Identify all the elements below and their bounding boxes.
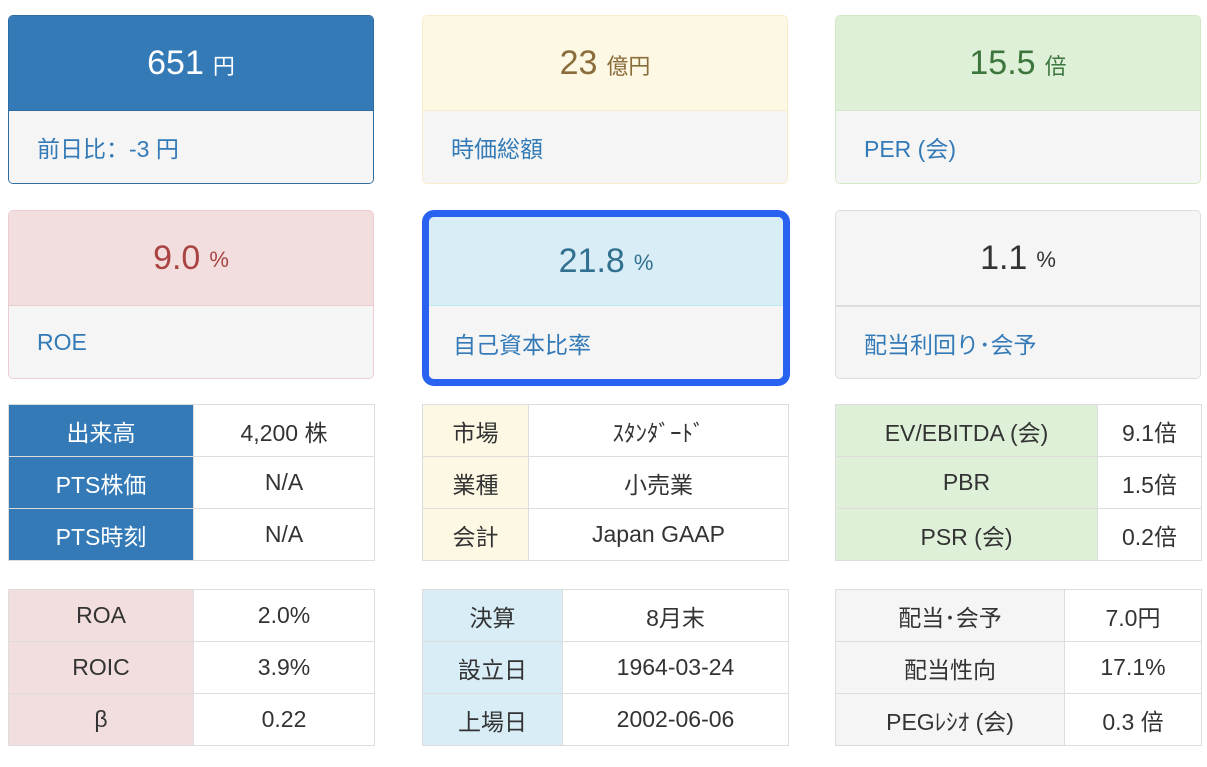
industry-link[interactable]: 小売業 xyxy=(528,456,789,509)
ev-ebitda-label: EV/EBITDA (会) xyxy=(835,404,1098,457)
stock-price-unit: 円 xyxy=(212,54,235,79)
roa-value: 2.0% xyxy=(193,589,375,642)
table-row: PBR 1.5倍 xyxy=(835,456,1202,509)
payout-ratio-value: 17.1% xyxy=(1064,641,1202,694)
market-cap-card[interactable]: 23 億円 時価総額 xyxy=(422,15,788,184)
roe-label[interactable]: ROE xyxy=(9,305,373,378)
table-row: PSR (会) 0.2倍 xyxy=(835,508,1202,561)
table-row: 配当性向 17.1% xyxy=(835,641,1202,694)
volume-label: 出来高 xyxy=(8,404,194,457)
trading-table: 出来高 4,200 株 PTS株価 N/A PTS時刻 N/A xyxy=(8,404,375,561)
pts-price-value[interactable]: N/A xyxy=(193,456,375,509)
equity-ratio-unit: % xyxy=(633,250,654,275)
dividend-yield-label[interactable]: 配当利回り･会予 xyxy=(836,305,1200,378)
market-cap-label[interactable]: 時価総額 xyxy=(423,110,787,183)
stock-price-card[interactable]: 651 円 前日比：-3 円 xyxy=(8,15,374,184)
roe-value: 9.0 % xyxy=(9,211,373,305)
dividend-yield-number: 1.1 xyxy=(980,238,1028,277)
roe-number: 9.0 xyxy=(153,238,201,277)
roa-label: ROA xyxy=(8,589,194,642)
listing-date-label: 上場日 xyxy=(422,693,563,746)
payout-ratio-label: 配当性向 xyxy=(835,641,1065,694)
roic-value: 3.9% xyxy=(193,641,375,694)
table-row: 業種 小売業 xyxy=(422,456,789,509)
table-row: 市場 ｽﾀﾝﾀﾞｰﾄﾞ xyxy=(422,404,789,457)
peg-ratio-label: PEGﾚｼｵ (会) xyxy=(835,693,1065,746)
market-label: 市場 xyxy=(422,404,529,457)
founded-date-value: 1964-03-24 xyxy=(562,641,789,694)
pts-time-value[interactable]: N/A xyxy=(193,508,375,561)
company-table: 決算 8月末 設立日 1964-03-24 上場日 2002-06-06 xyxy=(422,589,789,746)
pts-time-label: PTS時刻 xyxy=(8,508,194,561)
table-row: PEGﾚｼｵ (会) 0.3 倍 xyxy=(835,693,1202,746)
table-row: 出来高 4,200 株 xyxy=(8,404,375,457)
fiscal-month-label: 決算 xyxy=(422,589,563,642)
industry-label: 業種 xyxy=(422,456,529,509)
equity-ratio-label[interactable]: 自己資本比率 xyxy=(429,305,783,379)
per-label[interactable]: PER (会) xyxy=(836,110,1200,183)
dividend-yield-value: 1.1 % xyxy=(836,211,1200,305)
market-cap-unit: 億円 xyxy=(606,54,651,79)
table-row: 会計 Japan GAAP xyxy=(422,508,789,561)
table-row: 決算 8月末 xyxy=(422,589,789,642)
table-row: EV/EBITDA (会) 9.1倍 xyxy=(835,404,1202,457)
return-table: ROA 2.0% ROIC 3.9% β 0.22 xyxy=(8,589,375,746)
pbr-label: PBR xyxy=(835,456,1098,509)
founded-date-label: 設立日 xyxy=(422,641,563,694)
dividend-table: 配当･会予 7.0円 配当性向 17.1% PEGﾚｼｵ (会) 0.3 倍 xyxy=(835,589,1202,746)
pts-price-label: PTS株価 xyxy=(8,456,194,509)
table-row: 設立日 1964-03-24 xyxy=(422,641,789,694)
beta-label: β xyxy=(8,693,194,746)
pbr-value: 1.5倍 xyxy=(1097,456,1202,509)
per-number: 15.5 xyxy=(969,43,1036,82)
roe-card[interactable]: 9.0 % ROE xyxy=(8,210,374,379)
volume-value: 4,200 株 xyxy=(193,404,375,457)
table-row: β 0.22 xyxy=(8,693,375,746)
table-row: 上場日 2002-06-06 xyxy=(422,693,789,746)
market-cap-value: 23 億円 xyxy=(423,16,787,110)
table-row: ROA 2.0% xyxy=(8,589,375,642)
equity-ratio-number: 21.8 xyxy=(558,241,625,280)
market-value: ｽﾀﾝﾀﾞｰﾄﾞ xyxy=(528,404,789,457)
roic-label: ROIC xyxy=(8,641,194,694)
dividend-forecast-label: 配当･会予 xyxy=(835,589,1065,642)
beta-value: 0.22 xyxy=(193,693,375,746)
equity-ratio-card[interactable]: 21.8 % 自己資本比率 xyxy=(422,210,790,386)
roe-unit: % xyxy=(209,247,229,272)
table-row: PTS時刻 N/A xyxy=(8,508,375,561)
psr-value: 0.2倍 xyxy=(1097,508,1202,561)
psr-label: PSR (会) xyxy=(835,508,1098,561)
price-change-label[interactable]: 前日比：-3 円 xyxy=(9,110,373,183)
stock-price-number: 651 xyxy=(147,43,204,82)
dividend-forecast-value: 7.0円 xyxy=(1064,589,1202,642)
listing-date-value: 2002-06-06 xyxy=(562,693,789,746)
table-row: 配当･会予 7.0円 xyxy=(835,589,1202,642)
dividend-yield-unit: % xyxy=(1036,247,1056,272)
stock-price-value: 651 円 xyxy=(9,16,373,110)
accounting-label: 会計 xyxy=(422,508,529,561)
per-unit: 倍 xyxy=(1044,54,1067,79)
equity-ratio-value: 21.8 % xyxy=(429,217,783,305)
per-value: 15.5 倍 xyxy=(836,16,1200,110)
table-row: ROIC 3.9% xyxy=(8,641,375,694)
ev-ebitda-value: 9.1倍 xyxy=(1097,404,1202,457)
market-table: 市場 ｽﾀﾝﾀﾞｰﾄﾞ 業種 小売業 会計 Japan GAAP xyxy=(422,404,789,561)
table-row: PTS株価 N/A xyxy=(8,456,375,509)
peg-ratio-value: 0.3 倍 xyxy=(1064,693,1202,746)
per-card[interactable]: 15.5 倍 PER (会) xyxy=(835,15,1201,184)
fiscal-month-value: 8月末 xyxy=(562,589,789,642)
dividend-yield-card[interactable]: 1.1 % 配当利回り･会予 xyxy=(835,210,1201,379)
valuation-table: EV/EBITDA (会) 9.1倍 PBR 1.5倍 PSR (会) 0.2倍 xyxy=(835,404,1202,561)
market-cap-number: 23 xyxy=(559,43,598,82)
accounting-value: Japan GAAP xyxy=(528,508,789,561)
